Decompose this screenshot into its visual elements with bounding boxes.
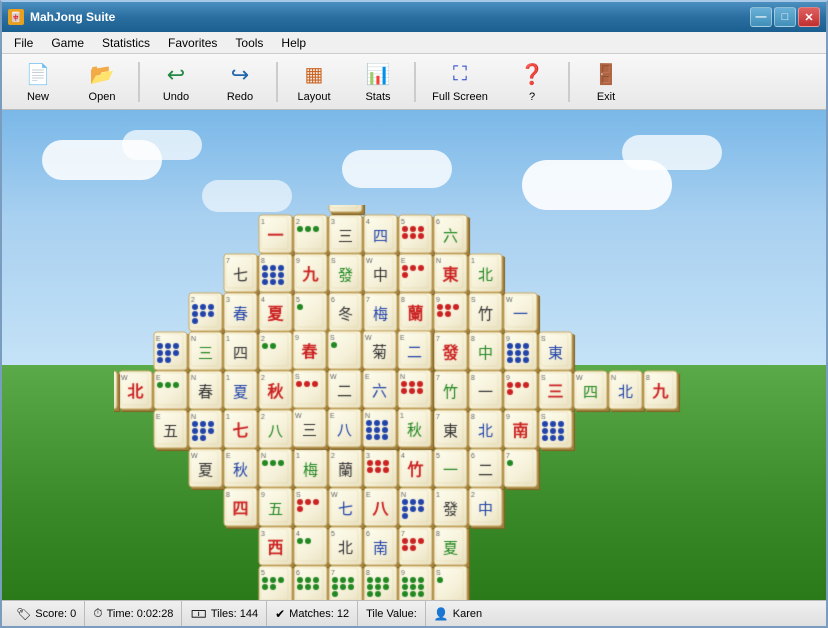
minimize-button[interactable]: — xyxy=(750,7,772,27)
menubar: File Game Statistics Favorites Tools Hel… xyxy=(2,32,826,54)
undo-button[interactable]: ↩ Undo xyxy=(146,58,206,106)
close-button[interactable]: ✕ xyxy=(798,7,820,27)
game-area xyxy=(2,110,826,600)
menu-statistics[interactable]: Statistics xyxy=(94,34,158,52)
stats-label: Stats xyxy=(365,91,390,103)
app-window: 🀄 MahJong Suite — □ ✕ File Game Statisti… xyxy=(0,0,828,628)
exit-label: Exit xyxy=(597,91,615,103)
mahjong-board[interactable] xyxy=(114,205,714,600)
help-button[interactable]: ❓ ? xyxy=(502,58,562,106)
stats-icon: 📊 xyxy=(364,61,392,89)
maximize-button[interactable]: □ xyxy=(774,7,796,27)
toolbar: 📄 New 📂 Open ↩ Undo ↪ Redo ▦ Layout 📊 St… xyxy=(2,54,826,110)
new-icon: 📄 xyxy=(24,61,52,89)
menu-game[interactable]: Game xyxy=(43,34,92,52)
matches-value: Matches: 12 xyxy=(289,608,349,620)
new-button[interactable]: 📄 New xyxy=(8,58,68,106)
layout-label: Layout xyxy=(297,91,330,103)
menu-file[interactable]: File xyxy=(6,34,41,52)
help-label: ? xyxy=(529,91,535,103)
cloud-2 xyxy=(122,130,202,160)
window-title: MahJong Suite xyxy=(30,10,115,24)
status-tiles: 🀱 Tiles: 144 xyxy=(182,601,267,626)
cloud-4 xyxy=(622,135,722,170)
help-icon: ❓ xyxy=(518,61,546,89)
menu-help[interactable]: Help xyxy=(273,34,314,52)
tile-value-label: Tile Value: xyxy=(366,608,417,620)
statusbar: 🏷 Score: 0 ⏱ Time: 0:02:28 🀱 Tiles: 144 … xyxy=(2,600,826,626)
exit-icon: 🚪 xyxy=(592,61,620,89)
layout-icon: ▦ xyxy=(300,61,328,89)
titlebar-controls: — □ ✕ xyxy=(750,7,820,27)
redo-icon: ↪ xyxy=(226,61,254,89)
toolbar-sep-2 xyxy=(276,62,278,102)
titlebar-left: 🀄 MahJong Suite xyxy=(8,9,115,25)
new-label: New xyxy=(27,91,49,103)
menu-favorites[interactable]: Favorites xyxy=(160,34,225,52)
tiles-value: Tiles: 144 xyxy=(211,608,258,620)
cloud-6 xyxy=(342,150,452,188)
time-icon: ⏱ xyxy=(93,606,102,621)
redo-button[interactable]: ↪ Redo xyxy=(210,58,270,106)
player-name: Karen xyxy=(453,608,482,620)
status-time: ⏱ Time: 0:02:28 xyxy=(85,601,182,626)
tiles-icon: 🀱 xyxy=(190,607,206,621)
toolbar-sep-3 xyxy=(414,62,416,102)
time-value: Time: 0:02:28 xyxy=(107,608,174,620)
status-player: 👤 Karen xyxy=(426,601,490,626)
open-icon: 📂 xyxy=(88,61,116,89)
score-value: Score: 0 xyxy=(35,608,76,620)
toolbar-sep-1 xyxy=(138,62,140,102)
menu-tools[interactable]: Tools xyxy=(227,34,271,52)
undo-icon: ↩ xyxy=(162,61,190,89)
score-icon: 🏷 xyxy=(16,607,31,621)
layout-button[interactable]: ▦ Layout xyxy=(284,58,344,106)
redo-label: Redo xyxy=(227,91,253,103)
stats-button[interactable]: 📊 Stats xyxy=(348,58,408,106)
open-label: Open xyxy=(89,91,116,103)
fullscreen-icon: ⛶ xyxy=(446,61,474,89)
status-tile-value: Tile Value: xyxy=(358,601,426,626)
app-icon: 🀄 xyxy=(8,9,24,25)
matches-icon: ✔ xyxy=(275,607,285,621)
fullscreen-button[interactable]: ⛶ Full Screen xyxy=(422,58,498,106)
player-icon: 👤 xyxy=(434,607,449,621)
fullscreen-label: Full Screen xyxy=(432,91,488,103)
titlebar: 🀄 MahJong Suite — □ ✕ xyxy=(2,2,826,32)
toolbar-sep-4 xyxy=(568,62,570,102)
undo-label: Undo xyxy=(163,91,189,103)
open-button[interactable]: 📂 Open xyxy=(72,58,132,106)
status-matches: ✔ Matches: 12 xyxy=(267,601,358,626)
status-score: 🏷 Score: 0 xyxy=(8,601,85,626)
exit-button[interactable]: 🚪 Exit xyxy=(576,58,636,106)
